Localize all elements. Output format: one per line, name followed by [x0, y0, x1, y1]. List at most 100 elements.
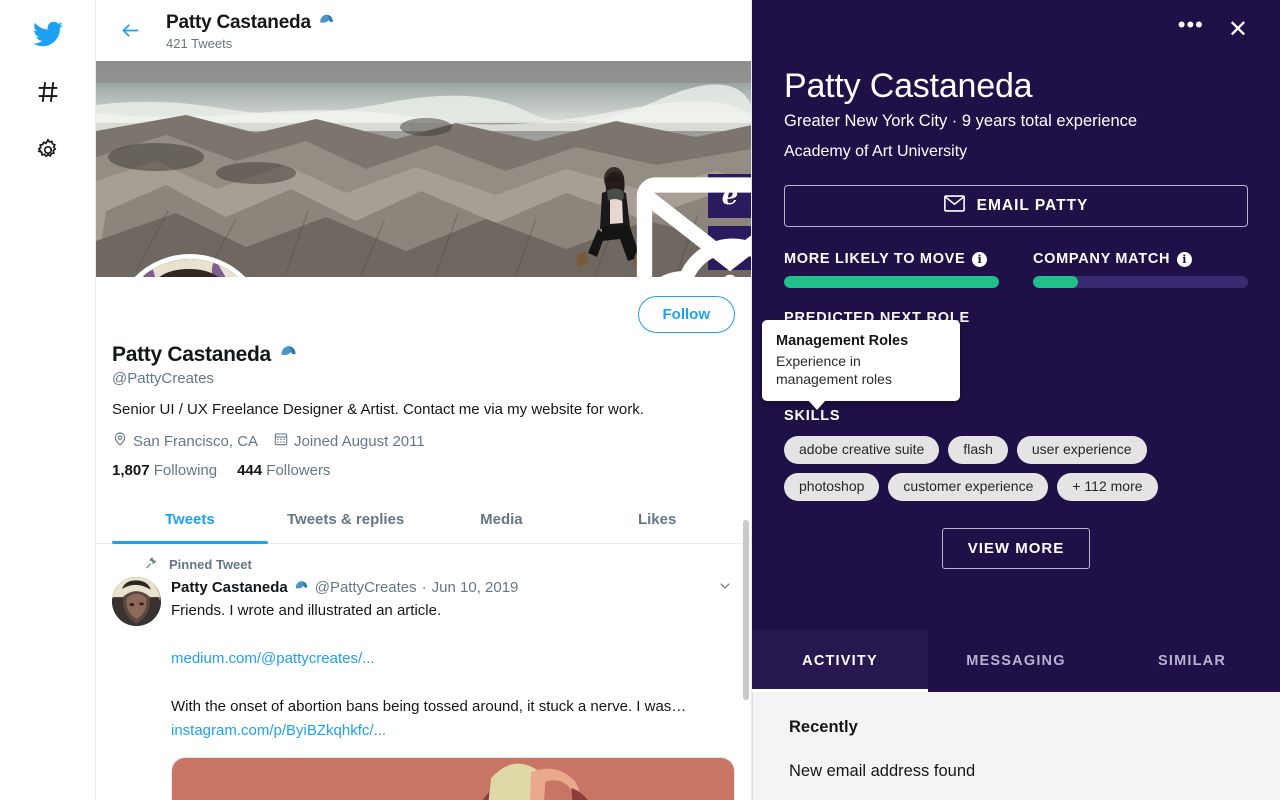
- close-icon[interactable]: ✕: [1228, 18, 1248, 42]
- profile-name-text: Patty Castaneda: [112, 342, 271, 366]
- panel-location-experience: Greater New York City · 9 years total ex…: [784, 112, 1138, 130]
- metric-bar-fill: [784, 276, 999, 288]
- role-tooltip: Management Roles Experience in managemen…: [762, 320, 960, 410]
- location-pin-icon: [112, 431, 128, 451]
- cover-photo: e: [96, 61, 751, 277]
- panel-top-section: ••• ✕ Patty Castaneda Greater New York C…: [752, 0, 1280, 569]
- screen-root: Patty Castaneda 421 Tweets e Follow Patt…: [0, 0, 1280, 800]
- profile-joined: Joined August 2011: [273, 431, 425, 451]
- floating-action-buttons: e: [636, 174, 751, 277]
- location-text: San Francisco, CA: [133, 432, 259, 450]
- skill-pill-more[interactable]: + 112 more: [1057, 473, 1158, 501]
- profile-info: Follow Patty Castaneda @PattyCreates Sen…: [96, 277, 751, 479]
- cap-emoji-icon: [278, 341, 299, 368]
- pinned-label-row: Pinned Tweet: [144, 556, 735, 573]
- tweet-body: Patty Castaneda @PattyCreates · Jun 10, …: [112, 577, 735, 800]
- tweet-link-1[interactable]: medium.com/@pattycreates/...: [171, 647, 735, 671]
- following-stat[interactable]: 1,807 Following: [112, 462, 217, 479]
- metric-more-likely-to-move: MORE LIKELY TO MOVE i: [784, 251, 999, 288]
- tweet-author-name: Patty Castaneda: [171, 579, 288, 596]
- tweet-link-2[interactable]: instagram.com/p/ByiBZkqhkfc/...: [171, 722, 386, 739]
- metric-label-text: COMPANY MATCH: [1033, 251, 1171, 267]
- tweet-author-handle: @PattyCreates: [314, 579, 417, 596]
- profile-meta: San Francisco, CA Joined August 2011: [112, 431, 735, 451]
- metric-bar-track: [1033, 276, 1248, 288]
- view-more-button[interactable]: VIEW MORE: [941, 528, 1091, 569]
- skills-heading: SKILLS: [784, 408, 841, 424]
- panel-candidate-name: Patty Castaneda: [784, 67, 1033, 105]
- skill-pill[interactable]: user experience: [1016, 436, 1147, 464]
- profile-location: San Francisco, CA: [112, 431, 258, 451]
- skill-pill[interactable]: photoshop: [784, 473, 880, 501]
- tweet-line-1: Friends. I wrote and illustrated an arti…: [171, 602, 442, 619]
- panel-school: Academy of Art University: [784, 143, 968, 160]
- back-arrow-icon[interactable]: [112, 13, 148, 49]
- email-patty-label: EMAIL PATTY: [976, 197, 1089, 214]
- tab-messaging[interactable]: MESSAGING: [928, 630, 1104, 692]
- tab-tweets[interactable]: Tweets: [112, 495, 268, 544]
- pin-icon: [144, 556, 158, 573]
- skills-pill-list: adobe creative suite flash user experien…: [784, 436, 1248, 501]
- twitter-profile-header: Patty Castaneda 421 Tweets: [96, 0, 751, 61]
- follow-row: Follow: [112, 277, 735, 339]
- recently-heading: Recently: [789, 718, 858, 736]
- profile-bio: Senior UI / UX Freelance Designer & Arti…: [112, 401, 644, 418]
- tab-similar[interactable]: SIMILAR: [1104, 630, 1280, 692]
- twitter-left-rail: [0, 0, 96, 800]
- activity-item: New email address found: [789, 762, 976, 780]
- panel-window-controls: ••• ✕: [784, 0, 1248, 60]
- followers-label: Followers: [266, 462, 331, 479]
- pinned-label: Pinned Tweet: [169, 557, 252, 572]
- profile-stats: 1,807 Following 444 Followers: [112, 462, 735, 479]
- metric-label-row: COMPANY MATCH i: [1033, 251, 1248, 267]
- profile-handle: @PattyCreates: [112, 370, 214, 387]
- followers-stat[interactable]: 444 Followers: [237, 462, 330, 479]
- settings-gear-icon[interactable]: [24, 126, 72, 174]
- metric-label-row: MORE LIKELY TO MOVE i: [784, 251, 999, 267]
- following-label: Following: [153, 462, 218, 479]
- cap-emoji-icon: [317, 10, 336, 35]
- tab-likes[interactable]: Likes: [579, 495, 735, 543]
- metric-company-match: COMPANY MATCH i: [1033, 251, 1248, 288]
- info-icon[interactable]: i: [972, 251, 988, 267]
- panel-tab-bar: ACTIVITY MESSAGING SIMILAR: [752, 630, 1280, 692]
- tweet-date: Jun 10, 2019: [431, 579, 519, 596]
- view-more-wrapper: VIEW MORE: [784, 528, 1248, 569]
- hashtag-icon[interactable]: [24, 68, 72, 116]
- metric-bar-fill: [1033, 276, 1079, 288]
- tab-activity[interactable]: ACTIVITY: [752, 630, 928, 692]
- tweet-avatar[interactable]: [112, 577, 161, 626]
- profile-display-name: Patty Castaneda: [112, 341, 735, 368]
- more-options-icon[interactable]: •••: [1178, 14, 1204, 46]
- metric-bar-track: [784, 276, 999, 288]
- tweet-line-2: With the onset of abortion bans being to…: [171, 698, 687, 715]
- tooltip-description: Experience in management roles: [776, 353, 892, 387]
- tab-tweets-replies[interactable]: Tweets & replies: [268, 495, 424, 543]
- skill-pill[interactable]: customer experience: [888, 473, 1049, 501]
- email-patty-button[interactable]: EMAIL PATTY: [784, 185, 1248, 227]
- header-name-text: Patty Castaneda: [166, 11, 311, 33]
- header-display-name: Patty Castaneda: [166, 10, 336, 35]
- tweet-content: Patty Castaneda @PattyCreates · Jun 10, …: [171, 577, 735, 800]
- twitter-scrollbar[interactable]: [743, 520, 749, 700]
- skill-pill[interactable]: adobe creative suite: [784, 436, 940, 464]
- profile-tabs: Tweets Tweets & replies Media Likes: [96, 495, 751, 544]
- pinned-tweet: Pinned Tweet Patty Castaneda @PattyCreat…: [96, 544, 751, 800]
- panel-metrics: MORE LIKELY TO MOVE i COMPANY MATCH i: [784, 251, 1248, 288]
- cap-emoji-icon: [293, 577, 310, 598]
- followers-count: 444: [237, 462, 263, 479]
- predicted-role-area: Management Roles Experience in managemen…: [762, 320, 1248, 410]
- tweet-author-line: Patty Castaneda @PattyCreates · Jun 10, …: [171, 577, 735, 598]
- tweet-media-image[interactable]: [171, 757, 735, 800]
- twitter-profile-column: Patty Castaneda 421 Tweets e Follow Patt…: [96, 0, 752, 800]
- joined-text: Joined August 2011: [294, 432, 425, 450]
- twitter-logo-icon[interactable]: [24, 10, 72, 58]
- chevron-down-icon[interactable]: [717, 578, 735, 597]
- tooltip-title: Management Roles: [776, 333, 909, 349]
- follow-button[interactable]: Follow: [637, 295, 735, 333]
- skill-pill[interactable]: flash: [948, 436, 1008, 464]
- cloud-upload-icon: [402, 192, 751, 277]
- following-count: 1,807: [112, 462, 150, 479]
- info-icon[interactable]: i: [1177, 251, 1193, 267]
- tab-media[interactable]: Media: [424, 495, 580, 543]
